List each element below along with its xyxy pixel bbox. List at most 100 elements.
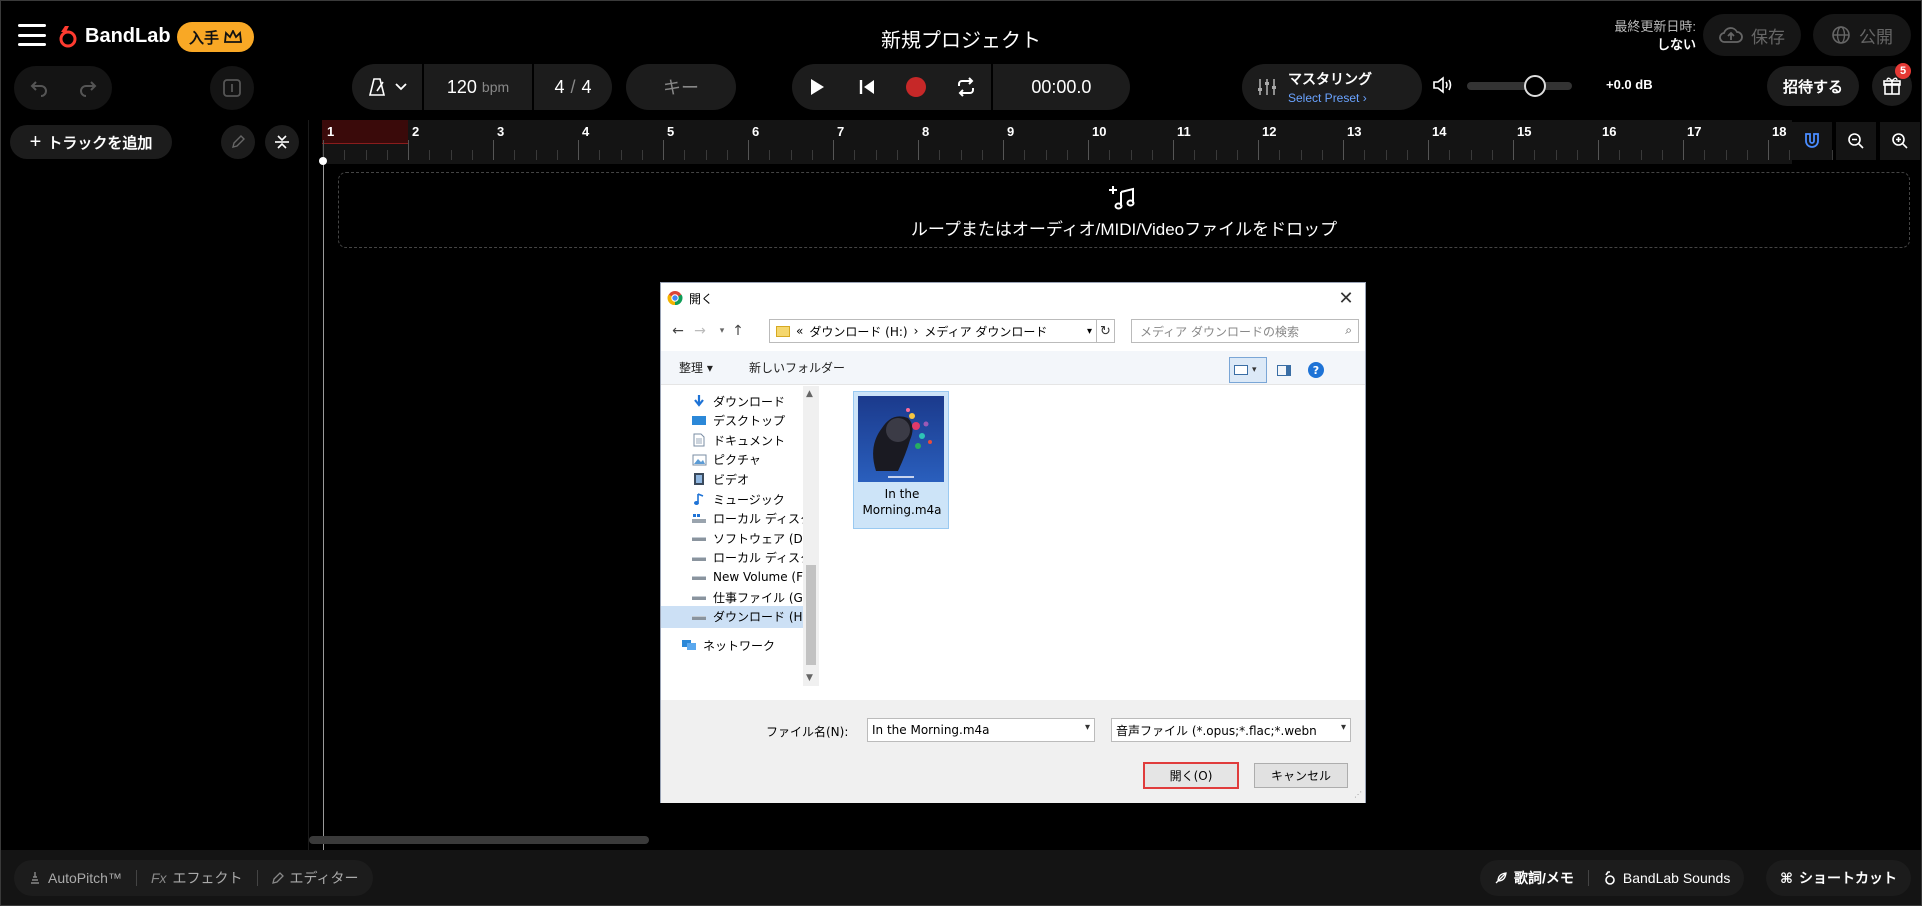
split-view-button[interactable] — [210, 66, 254, 110]
preview-pane-icon[interactable] — [1273, 359, 1295, 381]
cloud-upload-icon — [1719, 27, 1743, 43]
drive-icon — [691, 571, 707, 583]
publish-button[interactable]: 公開 — [1813, 14, 1911, 56]
redo-button[interactable] — [63, 79, 112, 97]
open-button[interactable]: 開く(O) — [1143, 762, 1239, 789]
ruler-tick — [408, 140, 409, 160]
ruler-tick — [1173, 140, 1174, 160]
change-view-button[interactable]: ▾ — [1229, 357, 1267, 383]
address-part-folder[interactable]: メディア ダウンロード — [924, 323, 1047, 340]
chevron-down-icon[interactable]: ▾ — [1340, 722, 1346, 733]
ruler-tick — [790, 150, 792, 160]
close-icon[interactable]: ✕ — [1331, 285, 1361, 311]
add-track-button[interactable]: + トラックを追加 — [10, 125, 172, 159]
drive-icon — [691, 532, 707, 544]
back-arrow-icon[interactable]: ← — [667, 319, 689, 343]
gift-icon — [1883, 77, 1901, 95]
ruler-tick — [960, 150, 962, 160]
address-bar[interactable]: « ダウンロード (H:) › メディア ダウンロード ▾ — [769, 319, 1097, 343]
metronome-button[interactable] — [352, 64, 422, 110]
effects-button[interactable]: Fx エフェクト — [137, 868, 257, 888]
help-icon[interactable]: ? — [1305, 359, 1327, 381]
view-icon — [1234, 365, 1248, 375]
filetype-select[interactable]: 音声ファイル (*.opus;*.flac;*.webn ▾ — [1111, 718, 1351, 742]
chevron-down-icon[interactable]: ▾ — [1085, 722, 1090, 733]
organize-button[interactable]: 整理 ▾ — [679, 359, 713, 376]
lyrics-notes-button[interactable]: 歌詞/メモ — [1480, 868, 1588, 888]
album-art-thumbnail — [858, 396, 944, 482]
video-icon — [691, 472, 707, 486]
return-to-start-button[interactable] — [842, 64, 892, 110]
speaker-icon[interactable] — [1432, 75, 1454, 100]
ruler-tick — [833, 140, 834, 160]
refresh-icon[interactable]: ↻ — [1097, 319, 1115, 343]
autopitch-button[interactable]: AutoPitch™ — [14, 870, 136, 886]
time-signature-top: 4 — [554, 76, 565, 97]
editor-button[interactable]: エディター — [258, 868, 373, 888]
search-input[interactable]: メディア ダウンロードの検索 ⌕ — [1131, 319, 1359, 343]
ruler-tick — [493, 140, 494, 160]
ruler-bar-label: 5 — [667, 124, 675, 139]
loop-button[interactable] — [941, 64, 991, 110]
timeline-ruler[interactable] — [322, 120, 1792, 164]
collapse-tracks-button[interactable] — [265, 125, 299, 159]
ruler-bar-label: 16 — [1602, 124, 1617, 139]
up-arrow-icon[interactable]: ↑ — [727, 319, 749, 343]
drive-icon — [691, 552, 707, 564]
ruler-tick — [1619, 150, 1621, 160]
tree-item-label: ローカル ディスク (E: — [713, 551, 803, 566]
loop-icon — [957, 77, 974, 97]
add-track-label: トラックを追加 — [47, 134, 153, 152]
time-display: 00:00.0 — [990, 64, 1130, 110]
resize-grip-icon[interactable]: ⋰ — [1354, 790, 1362, 799]
ruler-bar-label: 4 — [582, 124, 590, 139]
ruler-tick — [1598, 140, 1599, 160]
tree-item[interactable]: ダウンロード (H:) — [661, 605, 803, 628]
plus-icon: + — [29, 130, 42, 153]
ruler-tick — [875, 150, 877, 160]
snap-button[interactable] — [1792, 122, 1832, 160]
pencil-tool-button[interactable] — [221, 125, 255, 159]
address-part-drive[interactable]: ダウンロード (H:) — [809, 323, 907, 340]
tree-item[interactable]: ネットワーク — [661, 634, 803, 656]
record-button[interactable] — [891, 64, 941, 110]
save-button[interactable]: 保存 — [1703, 14, 1801, 56]
zoom-out-button[interactable] — [1836, 122, 1876, 160]
scroll-down-icon[interactable]: ▼ — [806, 673, 813, 683]
horizontal-scrollbar[interactable] — [309, 836, 649, 844]
file-item[interactable]: In the Morning.m4a — [853, 391, 949, 529]
undo-button[interactable] — [14, 79, 63, 97]
play-button[interactable] — [792, 64, 842, 110]
ruler-tick — [1661, 150, 1663, 160]
tree-scrollbar-thumb[interactable] — [806, 565, 816, 665]
playhead[interactable] — [323, 160, 324, 850]
globe-icon — [1832, 26, 1850, 44]
autopitch-icon — [31, 872, 39, 884]
key-button[interactable]: キー — [626, 64, 736, 110]
forward-arrow-icon[interactable]: → — [689, 319, 711, 343]
filename-input[interactable]: In the Morning.m4a ▾ — [867, 718, 1095, 742]
loop-region[interactable] — [322, 120, 408, 144]
volume-slider-handle[interactable] — [1524, 75, 1546, 97]
select-preset-link[interactable]: Select Preset › — [1288, 91, 1372, 105]
mastering-button[interactable]: マスタリング Select Preset › — [1242, 64, 1422, 110]
volume-slider[interactable] — [1467, 82, 1572, 90]
shortcuts-button[interactable]: ⌘ ショートカット — [1766, 860, 1911, 896]
bandlab-sounds-button[interactable]: BandLab Sounds — [1589, 870, 1744, 886]
chevron-down-icon[interactable]: ▾ — [1087, 326, 1092, 337]
zoom-in-button[interactable] — [1880, 122, 1920, 160]
folder-icon — [776, 325, 790, 337]
time-signature-field[interactable]: 4 / 4 — [534, 64, 612, 110]
ruler-tick — [1364, 150, 1366, 160]
new-folder-button[interactable]: 新しいフォルダー — [749, 359, 845, 376]
ruler-bar-label: 11 — [1177, 124, 1191, 139]
playhead-handle[interactable] — [319, 157, 327, 165]
metronome-icon — [368, 78, 386, 96]
dialog-titlebar[interactable]: 開く — [661, 283, 1365, 313]
desktop-icon — [691, 415, 707, 427]
cancel-button[interactable]: キャンセル — [1254, 763, 1348, 788]
scroll-up-icon[interactable]: ▲ — [806, 389, 813, 399]
invite-button[interactable]: 招待する — [1767, 66, 1859, 106]
bpm-field[interactable]: 120 bpm — [424, 64, 532, 110]
tree-item-label: ミュージック — [713, 492, 785, 507]
